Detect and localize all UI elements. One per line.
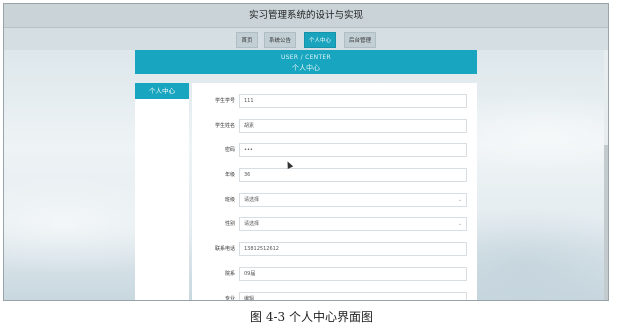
student-name-label: 学生姓名 <box>214 123 235 129</box>
chevron-down-icon: ⌄ <box>457 197 462 203</box>
gender-select[interactable]: 请选择 ⌄ <box>239 217 467 231</box>
grade-label: 年级 <box>224 172 235 178</box>
gender-label: 性别 <box>224 221 235 227</box>
class-label: 班级 <box>224 197 235 203</box>
student-id-label: 学生学号 <box>214 98 235 104</box>
department-label: 院系 <box>224 271 235 277</box>
password-field[interactable]: ••• <box>239 143 467 157</box>
nav-item-admin[interactable]: 后台管理 <box>344 32 376 48</box>
form-row-student-name: 学生姓名 胡素 <box>192 119 477 133</box>
major-field[interactable]: 编辑 <box>239 292 467 300</box>
phone-field[interactable]: 13812512612 <box>239 242 467 256</box>
form-row-gender: 性别 请选择 ⌄ <box>192 217 477 231</box>
banner-title-cn: 个人中心 <box>292 64 320 72</box>
sidebar-item-profile[interactable]: 个人中心 <box>135 83 189 99</box>
nav-item-home[interactable]: 首页 <box>236 32 258 48</box>
nav-item-profile[interactable]: 个人中心 <box>304 32 336 48</box>
password-label: 密码 <box>224 147 235 153</box>
page-scrollbar[interactable] <box>604 50 608 300</box>
site-title: 实习管理系统的设计与实现 <box>248 10 363 21</box>
grade-field[interactable]: 36 <box>239 168 467 182</box>
form-row-password: 密码 ••• <box>192 143 477 157</box>
phone-label: 联系电话 <box>214 246 235 252</box>
nav-item-notice[interactable]: 系统公告 <box>264 32 296 48</box>
chevron-down-icon: ⌄ <box>457 221 462 227</box>
form-row-class: 班级 请选择 ⌄ <box>192 193 477 207</box>
site-header: 实习管理系统的设计与实现 <box>4 4 608 28</box>
form-row-grade: 年级 36 <box>192 168 477 182</box>
major-label: 专业 <box>224 296 235 301</box>
figure-caption: 图 4-3 个人中心界面图 <box>250 310 373 324</box>
student-id-field[interactable]: 111 <box>239 94 467 108</box>
sidebar: 个人中心 <box>135 83 189 300</box>
form-row-student-id: 学生学号 111 <box>192 94 477 108</box>
scrollbar-thumb[interactable] <box>604 145 608 300</box>
class-select[interactable]: 请选择 ⌄ <box>239 193 467 207</box>
department-field[interactable]: 09届 <box>239 267 467 281</box>
profile-form: 学生学号 111 学生姓名 胡素 密码 ••• 年级 36 班级 请选择 ⌄ 性别… <box>192 83 477 301</box>
page-banner: USER / CENTER 个人中心 <box>135 50 477 74</box>
student-name-field[interactable]: 胡素 <box>239 119 467 133</box>
form-row-phone: 联系电话 13812512612 <box>192 242 477 256</box>
top-nav: 首页 系统公告 个人中心 后台管理 <box>4 28 608 50</box>
form-row-department: 院系 09届 <box>192 267 477 281</box>
browser-viewport: 实习管理系统的设计与实现 首页 系统公告 个人中心 后台管理 USER / CE… <box>3 3 609 301</box>
banner-title-en: USER / CENTER <box>281 54 331 61</box>
form-row-major: 专业 编辑 <box>192 292 477 301</box>
